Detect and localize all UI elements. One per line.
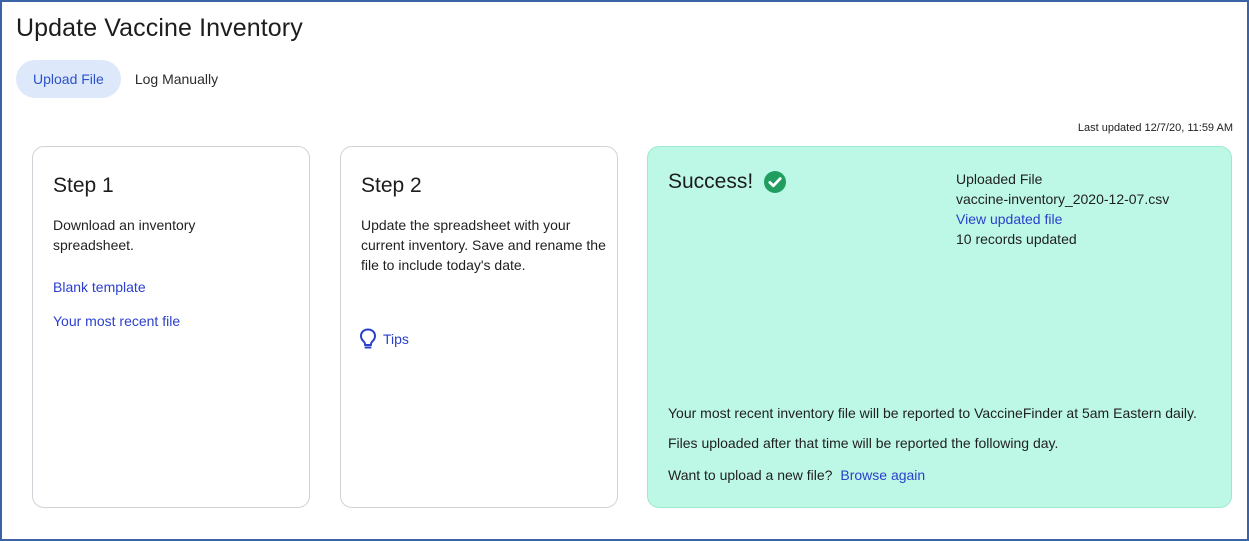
step1-description: Download an inventory spreadsheet. <box>53 217 196 253</box>
tips-link[interactable]: Tips <box>359 328 409 350</box>
uploaded-file-info: Uploaded File vaccine-inventory_2020-12-… <box>956 169 1169 249</box>
last-updated-timestamp: Last updated 12/7/20, 11:59 AM <box>1077 122 1233 134</box>
check-circle-icon <box>764 171 787 193</box>
step2-card: Step 2 Update the spreadsheet with your … <box>340 146 618 508</box>
step1-card: Step 1 Download an inventory spreadsheet… <box>32 146 310 508</box>
lightbulb-icon <box>360 328 376 349</box>
step2-description: Update the spreadsheet with your current… <box>361 217 606 273</box>
blank-template-link[interactable]: Blank template <box>53 279 146 295</box>
tab-log-manually[interactable]: Log Manually <box>125 60 228 98</box>
report-schedule-note: Your most recent inventory file will be … <box>668 405 1197 451</box>
upload-prompt: Want to upload a new file? <box>668 467 833 483</box>
uploaded-file-heading: Uploaded File <box>956 171 1043 187</box>
tab-bar: Upload File Log Manually <box>16 60 228 98</box>
browse-again-link[interactable]: Browse again <box>840 467 925 483</box>
success-heading: Success! <box>668 170 787 194</box>
step1-title: Step 1 <box>53 174 114 197</box>
success-title: Success! <box>668 170 754 193</box>
page-title: Update Vaccine Inventory <box>16 14 303 42</box>
uploaded-file-name: vaccine-inventory_2020-12-07.csv <box>956 191 1170 207</box>
upload-again-row: Want to upload a new file? Browse again <box>668 467 925 483</box>
tab-upload-file[interactable]: Upload File <box>16 60 121 98</box>
view-updated-file-link[interactable]: View updated file <box>956 209 1169 229</box>
records-updated-count: 10 records updated <box>956 231 1077 247</box>
recent-file-link[interactable]: Your most recent file <box>53 313 180 329</box>
step2-title: Step 2 <box>361 174 422 197</box>
success-card: Success! Uploaded File vaccine-inventory… <box>647 146 1232 508</box>
tips-label: Tips <box>383 331 409 347</box>
